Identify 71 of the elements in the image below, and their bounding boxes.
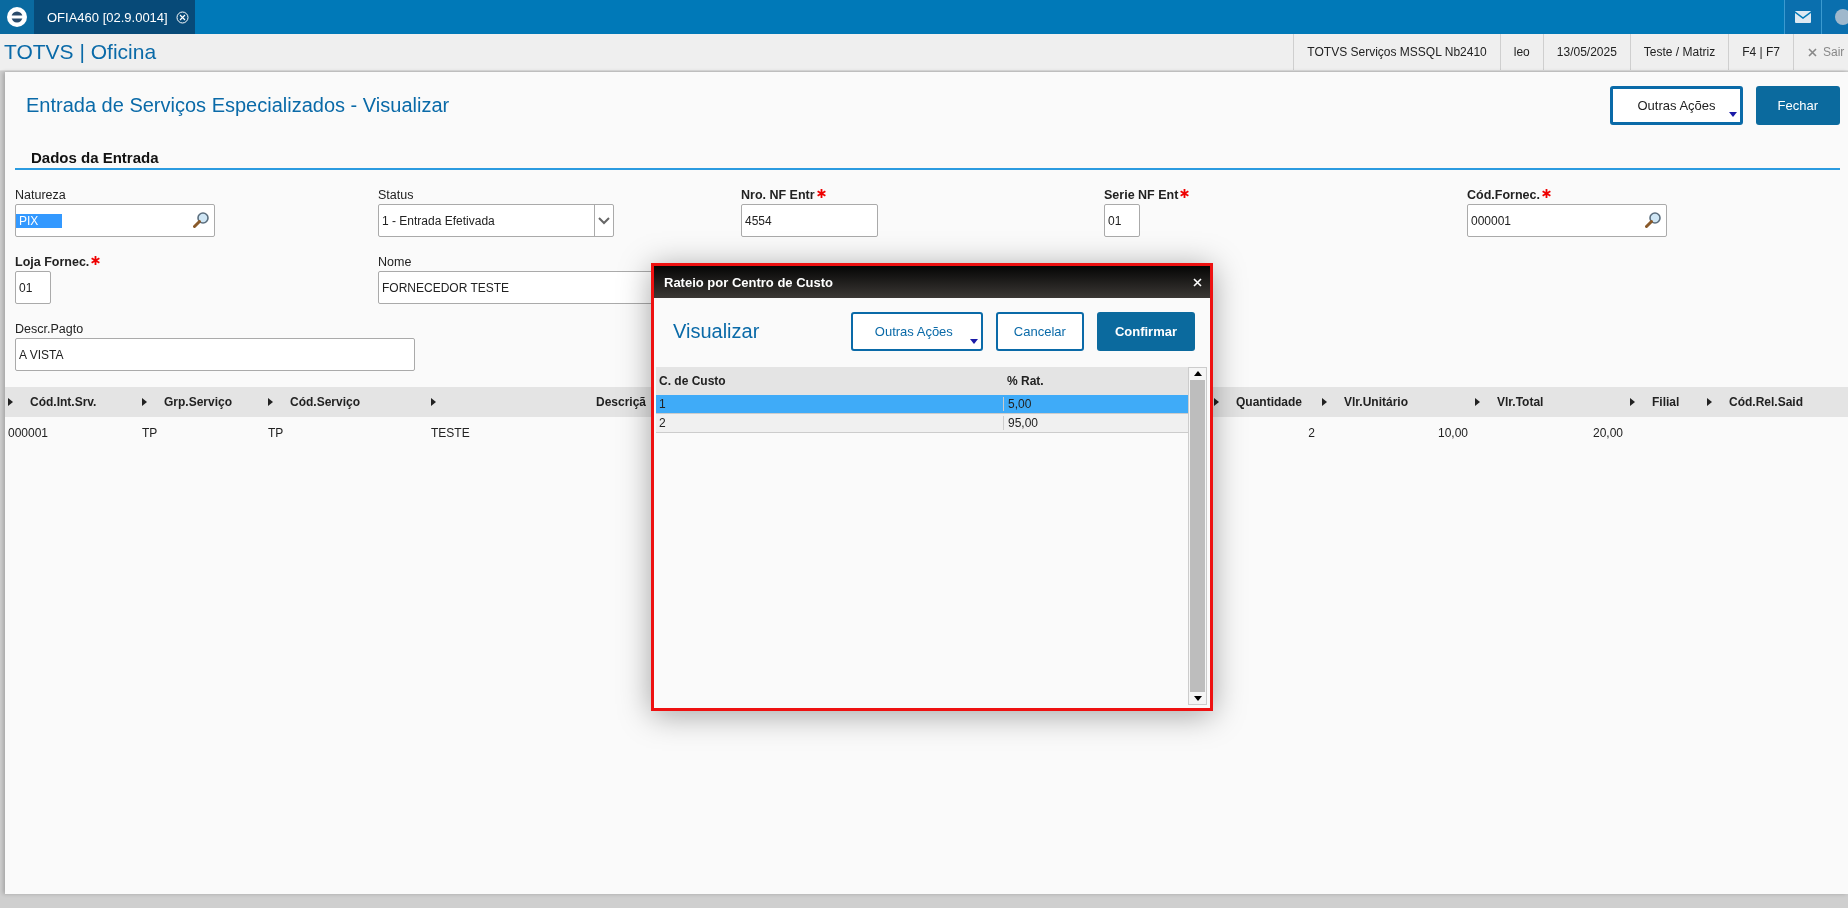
sort-arrow-icon[interactable]: [431, 398, 436, 406]
column-header[interactable]: Descriçã: [596, 395, 647, 409]
sort-arrow-icon[interactable]: [1707, 398, 1712, 406]
action-button[interactable]: Fechar: [1755, 86, 1840, 125]
column-header[interactable]: Cód.Rel.Said: [1729, 395, 1803, 409]
field-label: Status: [378, 188, 414, 202]
sort-arrow-icon[interactable]: [8, 398, 13, 406]
input-field[interactable]: 01: [15, 271, 51, 304]
column-header[interactable]: Quantidade: [1236, 395, 1302, 409]
field-label: Nro. NF Entr: [741, 188, 815, 202]
table-cell: 000001: [8, 426, 49, 440]
action-button[interactable]: Outras Ações: [850, 312, 983, 351]
close-icon[interactable]: [1193, 277, 1202, 287]
action-button[interactable]: Confirmar: [1096, 312, 1195, 351]
input-field[interactable]: 01: [1104, 204, 1140, 237]
column-header[interactable]: Cód.Int.Srv.: [30, 395, 97, 409]
table-cell: TESTE: [431, 426, 470, 440]
table-cell: 20,00: [1592, 426, 1623, 440]
field-label: Natureza: [15, 188, 66, 202]
column-header[interactable]: Grp.Serviço: [164, 395, 233, 409]
page-title: Entrada de Serviços Especializados - Visualizar: [26, 94, 450, 117]
sort-arrow-icon[interactable]: [1322, 398, 1327, 406]
scrollbar[interactable]: [1188, 367, 1207, 705]
table-row[interactable]: 2 95,00: [656, 414, 1188, 433]
column-header[interactable]: C. de Custo: [656, 374, 1003, 388]
sort-arrow-icon[interactable]: [1630, 398, 1635, 406]
logo-icon[interactable]: [0, 0, 34, 34]
table-cell-text: 1: [658, 397, 667, 411]
header-info: F4 | F7: [1728, 34, 1793, 70]
header-info: leo: [1499, 34, 1543, 70]
section-title: Dados da Entrada: [15, 149, 1840, 170]
action-button[interactable]: Cancelar: [995, 312, 1084, 351]
header-info: 13/05/2025: [1542, 34, 1630, 70]
caret-icon: [969, 339, 978, 344]
table-cell: 10,00: [1437, 426, 1468, 440]
mail-icon[interactable]: [1784, 0, 1821, 34]
dialog-heading: Visualizar: [673, 320, 760, 343]
input-field[interactable]: 000001: [1467, 204, 1667, 237]
table-cell-text: 2: [658, 416, 667, 430]
action-button[interactable]: Outras Ações: [1610, 86, 1743, 125]
close-icon[interactable]: [175, 10, 189, 24]
field-label: Loja Fornec.: [15, 255, 90, 269]
column-header[interactable]: Filial: [1652, 395, 1680, 409]
sort-arrow-icon[interactable]: [1214, 398, 1219, 406]
sort-arrow-icon[interactable]: [268, 398, 273, 406]
table-row[interactable]: 1 5,00: [656, 395, 1188, 414]
column-header[interactable]: % Rat.: [1003, 374, 1188, 388]
field-label: Cód.Fornec.: [1467, 188, 1540, 202]
column-header[interactable]: Vlr.Unitário: [1344, 395, 1408, 409]
column-header[interactable]: Cód.Serviço: [290, 395, 361, 409]
app-title: TOTVS | Oficina: [3, 40, 157, 64]
caret-icon: [1728, 112, 1737, 117]
field-label: Nome: [378, 255, 412, 269]
input-field[interactable]: 4554: [741, 204, 878, 237]
header-info: TOTVS Serviços MSSQL Nb2410: [1293, 34, 1500, 70]
field-label: Serie NF Ent: [1104, 188, 1179, 202]
sort-arrow-icon[interactable]: [1475, 398, 1480, 406]
column-header[interactable]: Vlr.Total: [1497, 395, 1544, 409]
search-icon[interactable]: [193, 211, 210, 228]
table-cell: TP: [268, 426, 284, 440]
status-dropdown[interactable]: 1 - Entrada Efetivada: [378, 204, 614, 237]
header-info: Teste / Matriz: [1629, 34, 1729, 70]
search-icon[interactable]: [1645, 211, 1662, 228]
table-cell: TP: [142, 426, 158, 440]
input-field[interactable]: A VISTA: [15, 338, 415, 371]
program-tab[interactable]: OFIA460 [02.9.0014]: [34, 0, 195, 34]
field-label: Descr.Pagto: [15, 322, 84, 336]
sort-arrow-icon[interactable]: [142, 398, 147, 406]
chevron-down-icon[interactable]: [594, 205, 613, 236]
table-cell: 2: [1308, 426, 1315, 440]
close-icon: [1808, 47, 1817, 57]
